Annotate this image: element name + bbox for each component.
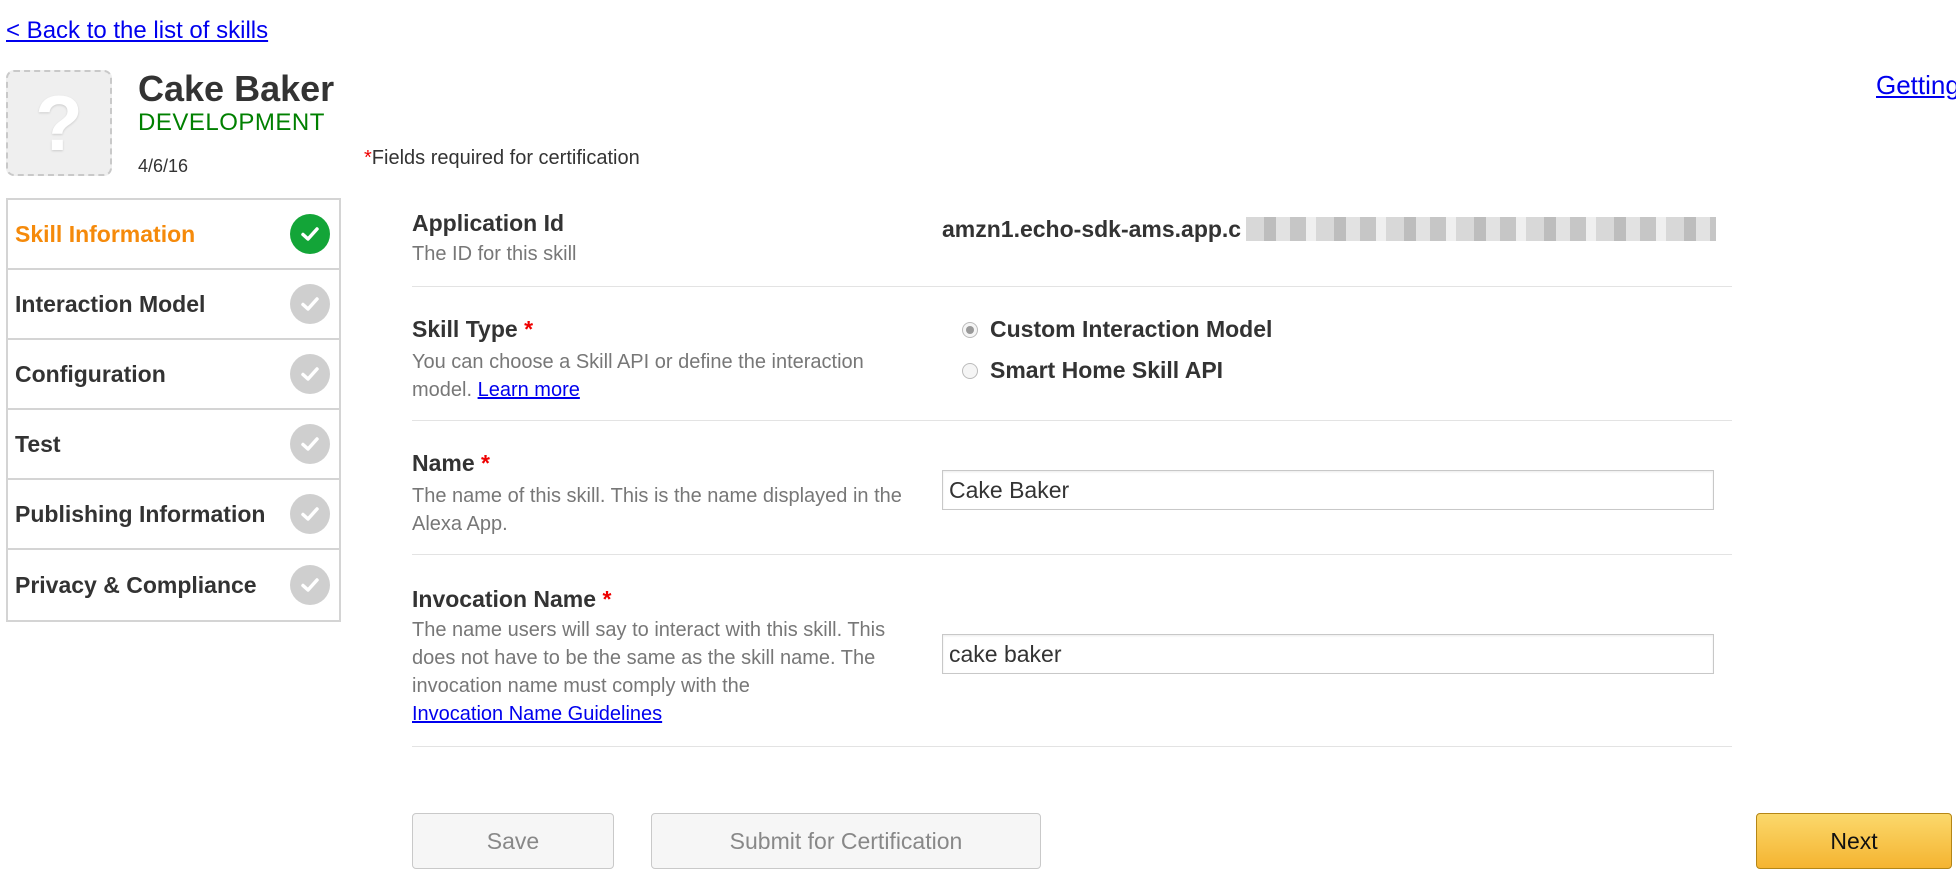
sidebar-item-label: Privacy & Compliance [15,571,257,598]
sidebar-item-label: Skill Information [15,220,196,247]
skill-type-label-text: Skill Type [412,316,518,342]
required-note-text: Fields required for certification [371,147,640,169]
name-input[interactable] [942,470,1714,510]
learn-more-link[interactable]: Learn more [478,379,580,401]
invocation-name-input[interactable] [942,634,1714,674]
application-id-label: Application Id [412,210,565,236]
sidebar-item-configuration[interactable]: Configuration [8,340,339,410]
name-row: Name * The name of this skill. This is t… [412,420,1732,555]
checkmark-pending-icon [290,424,330,464]
sidebar-item-label: Publishing Information [15,500,266,527]
required-fields-note: *Fields required for certification [364,147,640,170]
sidebar-item-privacy-compliance[interactable]: Privacy & Compliance [8,550,339,620]
invocation-name-label-text: Invocation Name [412,586,597,612]
sidebar-item-test[interactable]: Test [8,410,339,480]
back-to-skills-link[interactable]: < Back to the list of skills [6,17,268,45]
radio-button[interactable] [962,362,978,379]
skill-type-label: Skill Type * [412,316,533,343]
application-id-value: amzn1.echo-sdk-ams.app.c [942,216,1242,242]
invocation-name-label: Invocation Name * [412,586,611,613]
submit-for-certification-button[interactable]: Submit for Certification [651,813,1041,869]
required-star: * [602,586,612,612]
sidebar-item-label: Test [15,430,61,457]
next-button[interactable]: Next [1756,813,1952,869]
required-star: * [481,450,490,476]
name-label-text: Name [412,450,475,476]
sidebar-item-label: Configuration [15,360,166,387]
invocation-name-description: The name users will say to interact with… [412,616,912,728]
redacted-id-blur [1246,217,1716,241]
radio-smart-home-skill-api[interactable]: Smart Home Skill API [962,357,1223,384]
sidebar-item-skill-information[interactable]: Skill Information [8,200,339,270]
checkmark-pending-icon [290,284,330,324]
sidebar-item-interaction-model[interactable]: Interaction Model [8,270,339,340]
invocation-name-description-text: The name users will say to interact with… [412,619,886,697]
application-id-row: Application Id The ID for this skill amz… [412,202,1732,287]
checkmark-pending-icon [290,565,330,605]
skill-name-title: Cake Baker [138,68,335,109]
checkmark-pending-icon [290,494,330,534]
skill-type-description: You can choose a Skill API or define the… [412,348,912,404]
required-star: * [364,147,372,169]
checkmark-complete-icon [290,214,330,254]
skill-date: 4/6/16 [138,156,189,176]
skill-status-badge: DEVELOPMENT [138,109,325,136]
skill-steps-sidebar: Skill Information Interaction Model Conf… [6,198,341,622]
getting-started-link[interactable]: Getting [1876,70,1956,101]
skill-type-row: Skill Type * You can choose a Skill API … [412,286,1732,421]
radio-label: Custom Interaction Model [990,316,1273,342]
name-description: The name of this skill. This is the name… [412,485,902,535]
radio-custom-interaction-model[interactable]: Custom Interaction Model [962,316,1272,343]
save-button[interactable]: Save [412,813,614,869]
radio-label: Smart Home Skill API [990,357,1224,383]
invocation-name-row: Invocation Name * The name users will sa… [412,554,1732,747]
application-id-description: The ID for this skill [412,243,577,265]
name-label: Name * [412,450,490,477]
sidebar-item-publishing-information[interactable]: Publishing Information [8,480,339,550]
sidebar-item-label: Interaction Model [15,290,206,317]
checkmark-pending-icon [290,354,330,394]
radio-button-selected[interactable] [962,321,978,338]
invocation-name-guidelines-link[interactable]: Invocation Name Guidelines [412,703,662,725]
question-mark-icon: ? [35,79,83,167]
skill-icon-placeholder: ? [6,70,112,176]
required-star: * [524,316,534,342]
